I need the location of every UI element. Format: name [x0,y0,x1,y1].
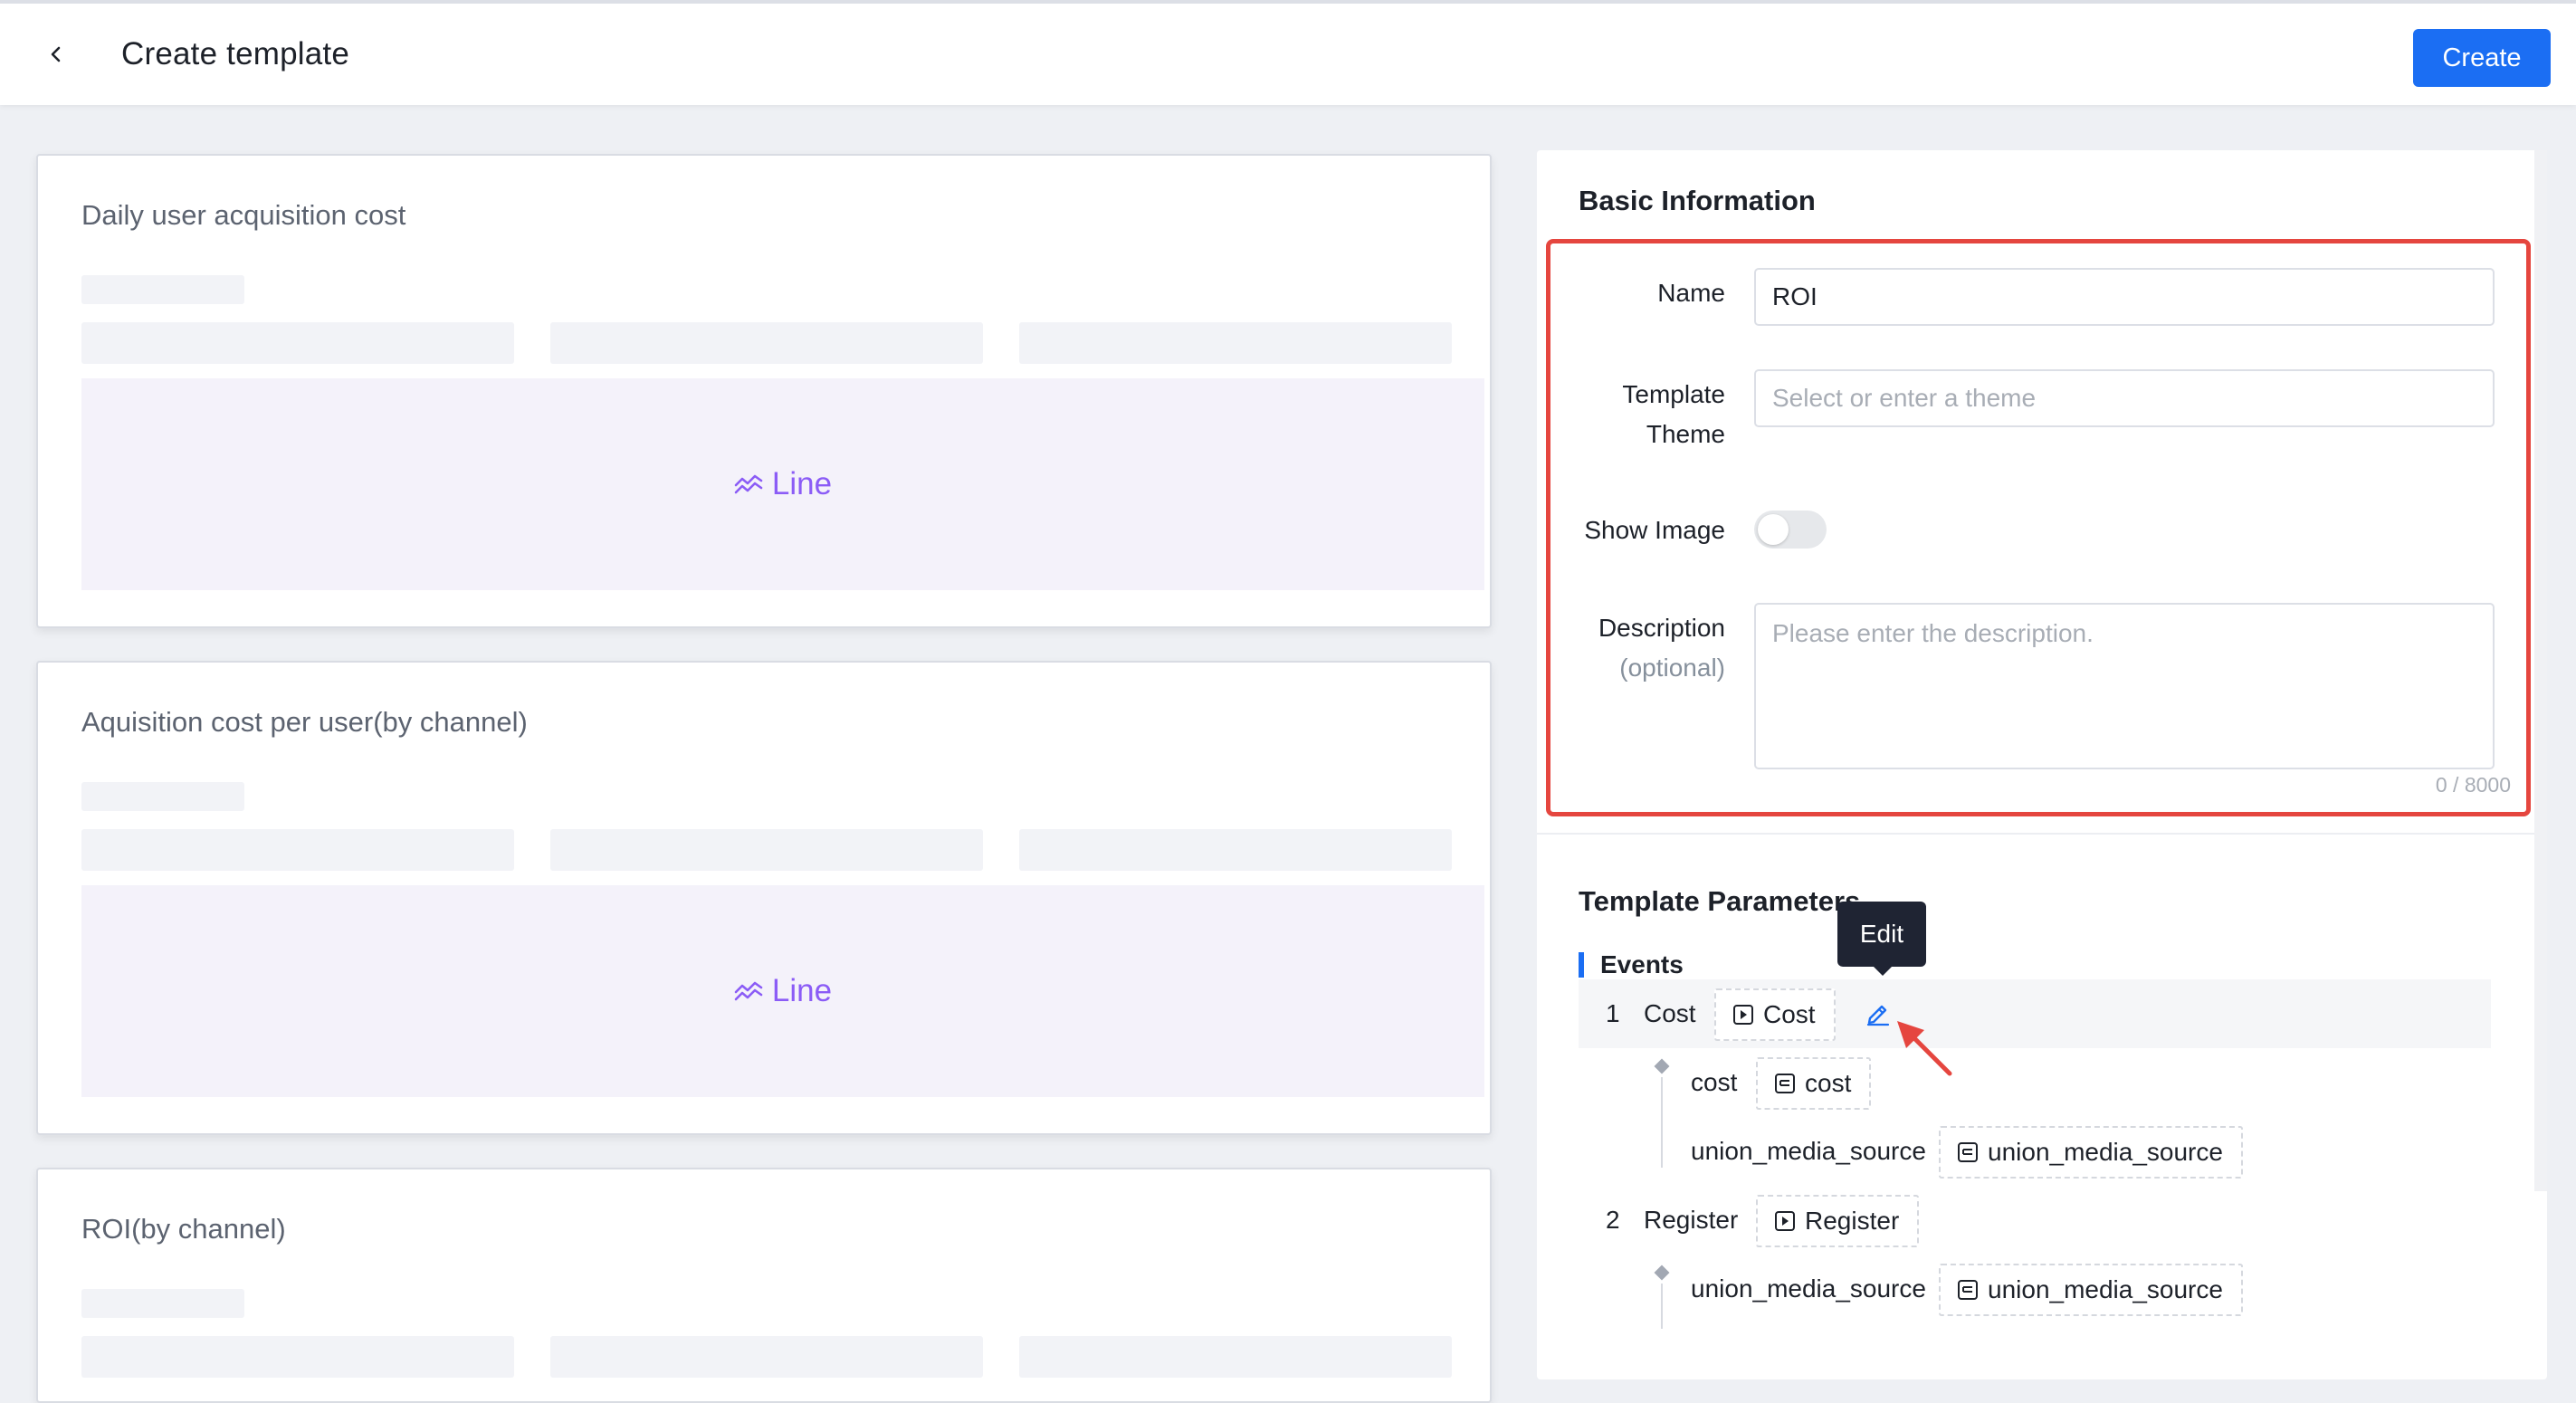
skeleton-filter [1019,829,1452,871]
property-icon [1958,1280,1978,1300]
description-label: Description [1598,614,1725,642]
red-pointer-arrow-icon [1897,1021,1952,1076]
chart-placeholder: Line [81,885,1484,1097]
skeleton-bar [81,1289,244,1318]
description-textarea[interactable]: Please enter the description. [1754,603,2495,769]
show-image-label: Show Image [1584,516,1725,544]
event-chip[interactable]: Cost [1714,988,1836,1041]
chart-type-label: Line [771,466,833,501]
skeleton-filter [81,829,514,871]
preview-card-1[interactable]: Daily user acquisition cost Line [36,154,1492,628]
property-icon [1775,1074,1795,1093]
skeleton-filter [1019,1336,1452,1378]
section-divider [1537,833,2547,835]
preview-card-2[interactable]: Aquisition cost per user(by channel) Lin… [36,661,1492,1135]
param-chip[interactable]: union_media_source [1939,1264,2243,1316]
basic-info-title: Basic Information [1579,185,1816,216]
events-heading: Events [1600,950,1684,978]
event-index: 1 [1606,999,1620,1027]
event-name: Register [1644,1206,1739,1234]
panel-scrollbar[interactable] [2534,150,2547,1191]
skeleton-filter [81,322,514,364]
skeleton-bar [81,275,244,304]
template-theme-select[interactable]: Select or enter a theme [1754,369,2495,427]
skeleton-filter [1019,322,1452,364]
event-name: Cost [1644,999,1696,1027]
chart-placeholder: Line [81,378,1484,590]
event-index: 2 [1606,1206,1620,1234]
edit-tooltip: Edit [1837,902,1926,967]
chart-type-label: Line [771,973,833,1008]
card-title: ROI(by channel) [81,1213,286,1245]
back-button[interactable] [36,34,76,74]
card-title: Aquisition cost per user(by channel) [81,706,528,738]
param-name: union_media_source [1691,1137,1926,1165]
name-input[interactable]: ROI [1754,268,2495,326]
event-icon [1733,1005,1753,1025]
tree-line [1661,1284,1663,1329]
param-name: cost [1691,1068,1738,1096]
param-chip[interactable]: cost [1756,1057,1872,1110]
tooltip-arrow [1872,965,1894,976]
skeleton-filter [81,1336,514,1378]
top-bar: Create template Create [0,0,2576,105]
toggle-knob [1758,514,1789,545]
param-chip[interactable]: union_media_source [1939,1126,2243,1179]
name-label: Name [1657,279,1725,307]
line-chart-icon [734,981,763,1001]
create-button[interactable]: Create [2413,29,2551,87]
card-title: Daily user acquisition cost [81,199,406,231]
skeleton-filter [550,829,983,871]
page-title: Create template [121,36,350,72]
skeleton-filter [550,1336,983,1378]
line-chart-icon [734,474,763,494]
description-sub-label: (optional) [1619,654,1725,682]
event-icon [1775,1211,1795,1231]
edit-icon[interactable] [1865,999,1892,1026]
template-params-title: Template Parameters [1579,885,1861,917]
tree-node-icon [1654,1265,1670,1281]
tree-node-icon [1654,1058,1670,1074]
description-counter: 0 / 8000 [2435,773,2511,797]
settings-panel: Basic Information Name ROI Template Them… [1537,150,2547,1379]
preview-card-3[interactable]: ROI(by channel) [36,1168,1492,1403]
event-chip[interactable]: Register [1756,1195,1920,1247]
skeleton-bar [81,782,244,811]
param-name: union_media_source [1691,1274,1926,1303]
tree-line [1661,1077,1663,1168]
theme-label-line1: Template [1622,380,1725,408]
property-icon [1958,1142,1978,1162]
skeleton-filter [550,322,983,364]
show-image-toggle[interactable] [1754,511,1827,549]
theme-label-line2: Theme [1646,420,1725,448]
chevron-left-icon [51,46,61,62]
